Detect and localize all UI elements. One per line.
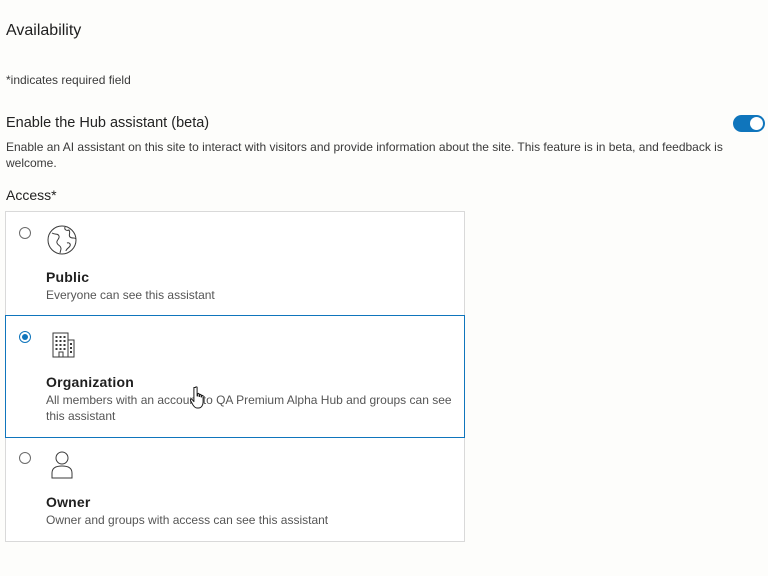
- building-icon: [52, 332, 75, 358]
- availability-panel: Availability *indicates required field E…: [0, 0, 768, 576]
- organization-option-title: Organization: [46, 374, 134, 390]
- section-title: Availability: [6, 22, 82, 39]
- toggle-knob: [750, 117, 763, 130]
- access-option-organization[interactable]: Organization All members with an account…: [5, 315, 465, 438]
- assistant-toggle-label: Enable the Hub assistant (beta): [6, 115, 210, 131]
- required-field-note: *indicates required field: [6, 73, 131, 87]
- access-option-owner[interactable]: Owner Owner and groups with access can s…: [5, 437, 465, 542]
- access-option-public[interactable]: Public Everyone can see this assistant: [5, 211, 465, 316]
- hand-pointer-icon: [189, 386, 204, 409]
- globe-icon: [47, 225, 77, 255]
- access-label: Access*: [6, 187, 57, 203]
- public-option-title: Public: [46, 269, 90, 285]
- public-option-description: Everyone can see this assistant: [46, 288, 215, 302]
- owner-option-title: Owner: [46, 494, 91, 510]
- assistant-toggle-description: Enable an AI assistant on this site to i…: [6, 140, 723, 170]
- public-radio[interactable]: [19, 227, 31, 239]
- owner-option-description: Owner and groups with access can see thi…: [46, 513, 329, 527]
- organization-radio[interactable]: [19, 331, 31, 343]
- user-icon: [51, 451, 73, 479]
- owner-radio[interactable]: [19, 452, 31, 464]
- assistant-toggle-switch[interactable]: [733, 115, 765, 132]
- organization-option-description: All members with an account to QA Premiu…: [46, 393, 452, 423]
